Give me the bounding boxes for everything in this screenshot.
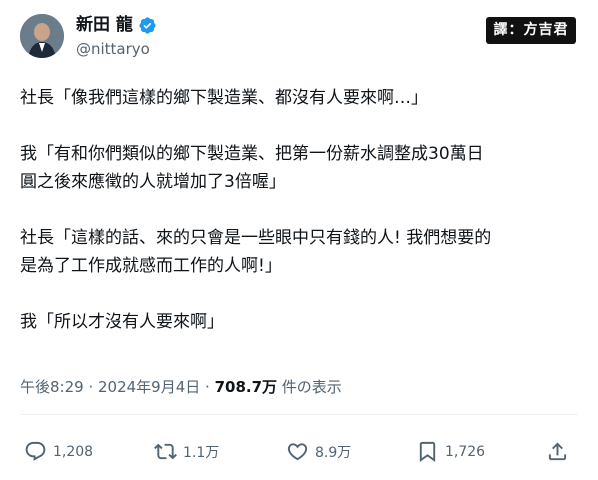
tweet-paragraph: 社長「像我們這樣的鄉下製造業、都沒有人要來啊…」 xyxy=(20,88,428,108)
tweet-date[interactable]: 2024年9月4日 xyxy=(98,378,200,396)
tweet-paragraph: 社長「這樣的話、來的只會是一些眼中只有錢的人! 我們想要的 是為了工作成就感而工… xyxy=(20,228,492,276)
avatar[interactable] xyxy=(20,14,64,58)
share-icon xyxy=(548,442,567,461)
tweet-metadata: 午後8:29 · 2024年9月4日 · 708.7万 件の表示 xyxy=(20,376,342,398)
like-count: 8.9万 xyxy=(315,444,352,461)
view-count-label: 件の表示 xyxy=(277,378,342,396)
heart-icon xyxy=(287,443,308,461)
reply-count: 1,208 xyxy=(53,443,94,460)
view-count: 708.7万 xyxy=(214,378,278,396)
reply-icon xyxy=(25,441,46,461)
translator-watermark: 譯：方吉君 xyxy=(486,17,576,44)
retweet-count: 1.1万 xyxy=(183,444,220,461)
bookmark-icon xyxy=(419,441,436,462)
retweet-button[interactable]: 1.1万 xyxy=(154,440,219,463)
retweet-icon xyxy=(154,443,177,460)
bookmark-count: 1,726 xyxy=(445,443,486,460)
like-button[interactable]: 8.9万 xyxy=(286,440,351,463)
tweet-text: 社長「像我們這樣的鄉下製造業、都沒有人要來啊…」 我「有和你們類似的鄉下製造業、… xyxy=(20,84,580,364)
tweet-paragraph: 我「所以才沒有人要來啊」 xyxy=(20,312,224,332)
tweet-time[interactable]: 午後8:29 xyxy=(20,378,84,396)
tweet-paragraph: 我「有和你們類似的鄉下製造業、把第一份薪水調整成30萬日 圓之後來應徵的人就增加… xyxy=(20,144,484,192)
action-bar: 1,208 1.1万 8.9万 1,726 xyxy=(20,432,580,472)
reply-button[interactable]: 1,208 xyxy=(24,440,93,463)
meta-separator: · xyxy=(83,378,98,396)
avatar-photo xyxy=(20,14,64,58)
verified-badge-icon xyxy=(139,16,156,34)
share-button[interactable] xyxy=(546,440,569,463)
divider xyxy=(20,414,578,415)
meta-separator: · xyxy=(200,378,215,396)
bookmark-button[interactable]: 1,726 xyxy=(416,440,485,463)
display-name[interactable]: 新田 龍 xyxy=(76,15,133,35)
user-handle[interactable]: @nittaryo xyxy=(76,40,150,58)
